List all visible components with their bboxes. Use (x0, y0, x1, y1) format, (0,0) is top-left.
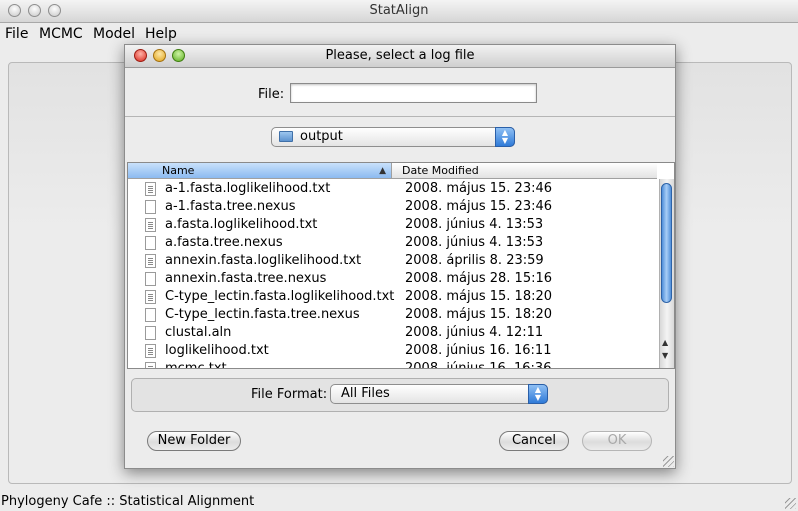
dialog-zoom-button[interactable] (172, 49, 185, 62)
column-header-date-label: Date Modified (402, 164, 479, 177)
window-title-bar: StatAlign (0, 0, 798, 23)
file-format-panel: File Format: All Files ▲ ▼ (131, 378, 669, 412)
menu-model[interactable]: Model (93, 26, 135, 42)
file-date: 2008. június 4. 13:53 (405, 217, 544, 232)
file-name: C-type_lectin.fasta.tree.nexus (165, 307, 360, 322)
file-date: 2008. április 8. 23:59 (405, 253, 544, 268)
text-file-icon (145, 290, 156, 304)
status-bar: Phylogeny Cafe :: Statistical Alignment (1, 494, 255, 509)
blank-file-icon (145, 236, 156, 250)
new-folder-button[interactable]: New Folder (147, 431, 241, 451)
dialog-resize-grip[interactable] (663, 456, 674, 467)
menu-help[interactable]: Help (145, 26, 177, 42)
blank-file-icon (145, 200, 156, 214)
file-row[interactable]: annexin.fasta.tree.nexus 2008. május 28.… (128, 270, 658, 288)
text-file-icon (145, 254, 156, 268)
scrollbar-thumb[interactable] (661, 183, 672, 303)
file-date: 2008. május 15. 23:46 (405, 199, 553, 214)
window-title: StatAlign (369, 3, 429, 18)
dialog-minimize-button[interactable] (153, 49, 166, 62)
file-name: loglikelihood.txt (165, 343, 269, 358)
file-list-scrollbar[interactable]: ▲ ▼ (659, 179, 674, 368)
dialog-close-button[interactable] (134, 49, 147, 62)
file-browser: Name ▲ Date Modified a-1.fasta.loglikeli… (127, 162, 675, 369)
file-format-value: All Files (341, 386, 390, 401)
blank-file-icon (145, 326, 156, 340)
sort-ascending-icon: ▲ (379, 166, 386, 176)
column-header-name-label: Name (162, 164, 195, 177)
file-date: 2008. május 15. 18:20 (405, 307, 553, 322)
location-value: output (300, 129, 343, 144)
dialog-title-bar: Please, select a log file (125, 45, 675, 68)
blank-file-icon (145, 272, 156, 286)
file-row[interactable]: a.fasta.loglikelihood.txt 2008. június 4… (128, 216, 658, 234)
cancel-button[interactable]: Cancel (499, 431, 569, 451)
zoom-window-button[interactable] (48, 4, 61, 17)
file-row[interactable]: annexin.fasta.loglikelihood.txt 2008. áp… (128, 252, 658, 270)
text-file-icon (145, 182, 156, 196)
file-row[interactable]: a-1.fasta.loglikelihood.txt 2008. május … (128, 180, 658, 198)
file-name: a-1.fasta.tree.nexus (165, 199, 296, 214)
file-row[interactable]: loglikelihood.txt 2008. június 16. 16:11 (128, 342, 658, 360)
file-name: C-type_lectin.fasta.loglikelihood.txt (165, 289, 395, 304)
file-date: 2008. június 16. 16:36 (405, 361, 552, 369)
file-row[interactable]: a.fasta.tree.nexus 2008. június 4. 13:53 (128, 234, 658, 252)
file-row[interactable]: C-type_lectin.fasta.tree.nexus 2008. máj… (128, 306, 658, 324)
text-file-icon (145, 218, 156, 232)
column-header-name[interactable]: Name ▲ (128, 163, 392, 179)
ok-button[interactable]: OK (582, 431, 652, 451)
window-resize-grip[interactable] (785, 498, 796, 509)
file-name: a.fasta.loglikelihood.txt (165, 217, 318, 232)
file-name: annexin.fasta.loglikelihood.txt (165, 253, 362, 268)
file-row[interactable]: mcmc.txt 2008. június 16. 16:36 (128, 360, 658, 369)
file-row[interactable]: clustal.aln 2008. június 4. 12:11 (128, 324, 658, 342)
column-header-date[interactable]: Date Modified (392, 163, 657, 179)
file-name: mcmc.txt (165, 361, 227, 369)
file-date: 2008. május 15. 23:46 (405, 181, 553, 196)
file-name-input[interactable] (290, 83, 537, 103)
file-name: clustal.aln (165, 325, 232, 340)
file-name: annexin.fasta.tree.nexus (165, 271, 327, 286)
menu-file[interactable]: File (5, 26, 28, 42)
file-date: 2008. május 15. 18:20 (405, 289, 553, 304)
file-label: File: (258, 87, 285, 102)
blank-file-icon (145, 308, 156, 322)
file-name: a-1.fasta.loglikelihood.txt (165, 181, 331, 196)
close-window-button[interactable] (8, 4, 21, 17)
scroll-down-arrow-icon[interactable]: ▼ (662, 351, 668, 360)
dialog-title: Please, select a log file (325, 48, 475, 63)
popup-arrows-icon: ▲ ▼ (528, 384, 548, 404)
text-file-icon (145, 344, 156, 358)
open-file-dialog: Please, select a log file File: output ▲… (124, 44, 676, 469)
file-date: 2008. június 4. 13:53 (405, 235, 544, 250)
dialog-separator (125, 116, 675, 117)
file-row[interactable]: a-1.fasta.tree.nexus 2008. május 15. 23:… (128, 198, 658, 216)
file-date: 2008. június 4. 12:11 (405, 325, 544, 340)
location-popup[interactable]: output ▲ ▼ (271, 127, 515, 147)
file-date: 2008. május 28. 15:16 (405, 271, 553, 286)
file-row[interactable]: C-type_lectin.fasta.loglikelihood.txt 20… (128, 288, 658, 306)
file-name: a.fasta.tree.nexus (165, 235, 283, 250)
popup-arrows-icon: ▲ ▼ (495, 127, 515, 147)
menu-mcmc[interactable]: MCMC (39, 26, 83, 42)
menu-bar: File MCMC Model Help (0, 23, 798, 45)
folder-icon (279, 131, 293, 142)
file-format-label: File Format: (251, 387, 328, 402)
scroll-up-arrow-icon[interactable]: ▲ (662, 338, 668, 347)
text-file-icon (145, 362, 156, 368)
file-format-popup[interactable]: All Files ▲ ▼ (330, 384, 548, 404)
minimize-window-button[interactable] (28, 4, 41, 17)
file-date: 2008. június 16. 16:11 (405, 343, 552, 358)
